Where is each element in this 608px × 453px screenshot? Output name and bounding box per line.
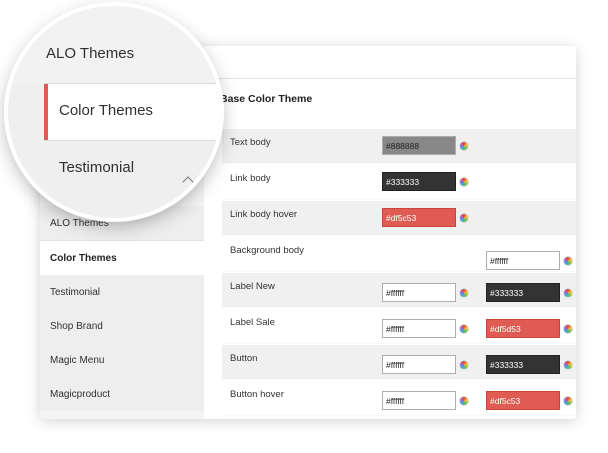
color-picker-icon[interactable] bbox=[459, 288, 469, 298]
magnified-item-testimonial: Testimonial bbox=[59, 159, 135, 176]
sidebar-item-label: Magicproduct bbox=[50, 388, 111, 400]
setting-row-link-body: Link body #333333 bbox=[222, 165, 576, 200]
section-title: Base Color Theme bbox=[220, 93, 313, 105]
magnifier-overlay: ALO Themes Color Themes Testimonial bbox=[8, 6, 220, 218]
color-input-button-hover-2[interactable]: #df5c53 bbox=[486, 391, 560, 410]
setting-row-text-body: Text body #888888 bbox=[222, 129, 576, 164]
setting-label: Link body bbox=[230, 173, 271, 184]
color-picker-icon[interactable] bbox=[459, 324, 469, 334]
color-input-button-2[interactable]: #333333 bbox=[486, 355, 560, 374]
setting-row-label-new: Label New #ffffff #333333 bbox=[222, 273, 576, 308]
color-picker-icon[interactable] bbox=[459, 213, 469, 223]
sidebar-item-label: Shop Brand bbox=[50, 320, 103, 332]
color-picker-icon[interactable] bbox=[459, 396, 469, 406]
color-input-text-body[interactable]: #888888 bbox=[382, 136, 456, 155]
active-indicator-bar bbox=[44, 84, 48, 140]
setting-label: Label New bbox=[230, 281, 275, 292]
setting-label: Text body bbox=[230, 137, 271, 148]
sidebar-item-testimonial[interactable]: Testimonial bbox=[40, 275, 204, 309]
color-picker-icon[interactable] bbox=[563, 360, 573, 370]
color-input-label-new-2[interactable]: #333333 bbox=[486, 283, 560, 302]
sidebar-item-shop-brand[interactable]: Shop Brand bbox=[40, 309, 204, 343]
setting-row-background-body: Background body #ffffff bbox=[222, 237, 576, 272]
color-picker-icon[interactable] bbox=[563, 288, 573, 298]
divider bbox=[44, 140, 220, 141]
color-picker-icon[interactable] bbox=[459, 177, 469, 187]
color-settings-table: Text body #888888 Link body #333333 Link… bbox=[222, 129, 576, 419]
sidebar-item-magicproduct[interactable]: Magicproduct bbox=[40, 377, 204, 411]
setting-row-label-sale: Label Sale #ffffff #df5d53 bbox=[222, 309, 576, 344]
sidebar-item-color-themes[interactable]: Color Themes bbox=[40, 241, 204, 275]
setting-label: Link body hover bbox=[230, 209, 298, 220]
setting-row-button: Button #ffffff #333333 bbox=[222, 345, 576, 380]
sidebar-item-label: ALO Themes bbox=[50, 217, 109, 229]
magnified-item-color-themes: Color Themes bbox=[59, 102, 153, 119]
color-input-label-sale-2[interactable]: #df5d53 bbox=[486, 319, 560, 338]
color-input-button-1[interactable]: #ffffff bbox=[382, 355, 456, 374]
color-picker-icon[interactable] bbox=[563, 256, 573, 266]
color-input-button-hover-1[interactable]: #ffffff bbox=[382, 391, 456, 410]
setting-row-link-body-hover: Link body hover #df5c53 bbox=[222, 201, 576, 236]
setting-row-button-hover: Button hover #ffffff #df5c53 bbox=[222, 381, 576, 416]
color-input-background-body[interactable]: #ffffff bbox=[486, 251, 560, 270]
color-picker-icon[interactable] bbox=[459, 360, 469, 370]
color-picker-icon[interactable] bbox=[563, 396, 573, 406]
setting-label: Button bbox=[230, 353, 258, 364]
top-strip bbox=[214, 46, 576, 79]
color-input-label-new-1[interactable]: #ffffff bbox=[382, 283, 456, 302]
color-input-label-sale-1[interactable]: #ffffff bbox=[382, 319, 456, 338]
color-picker-icon[interactable] bbox=[563, 324, 573, 334]
sidebar-item-label: Color Themes bbox=[50, 252, 117, 264]
color-input-link-body-hover[interactable]: #df5c53 bbox=[382, 208, 456, 227]
sidebar-item-label: Testimonial bbox=[50, 286, 101, 298]
color-picker-icon[interactable] bbox=[459, 141, 469, 151]
color-input-link-body[interactable]: #333333 bbox=[382, 172, 456, 191]
sidebar-item-label: Magic Menu bbox=[50, 354, 105, 366]
setting-label: Label Sale bbox=[230, 317, 275, 328]
setting-label: Background body bbox=[230, 245, 304, 256]
sidebar-item-magic-menu[interactable]: Magic Menu bbox=[40, 343, 204, 377]
setting-label: Button hover bbox=[230, 389, 284, 400]
magnified-item-alo-themes: ALO Themes bbox=[46, 45, 135, 62]
